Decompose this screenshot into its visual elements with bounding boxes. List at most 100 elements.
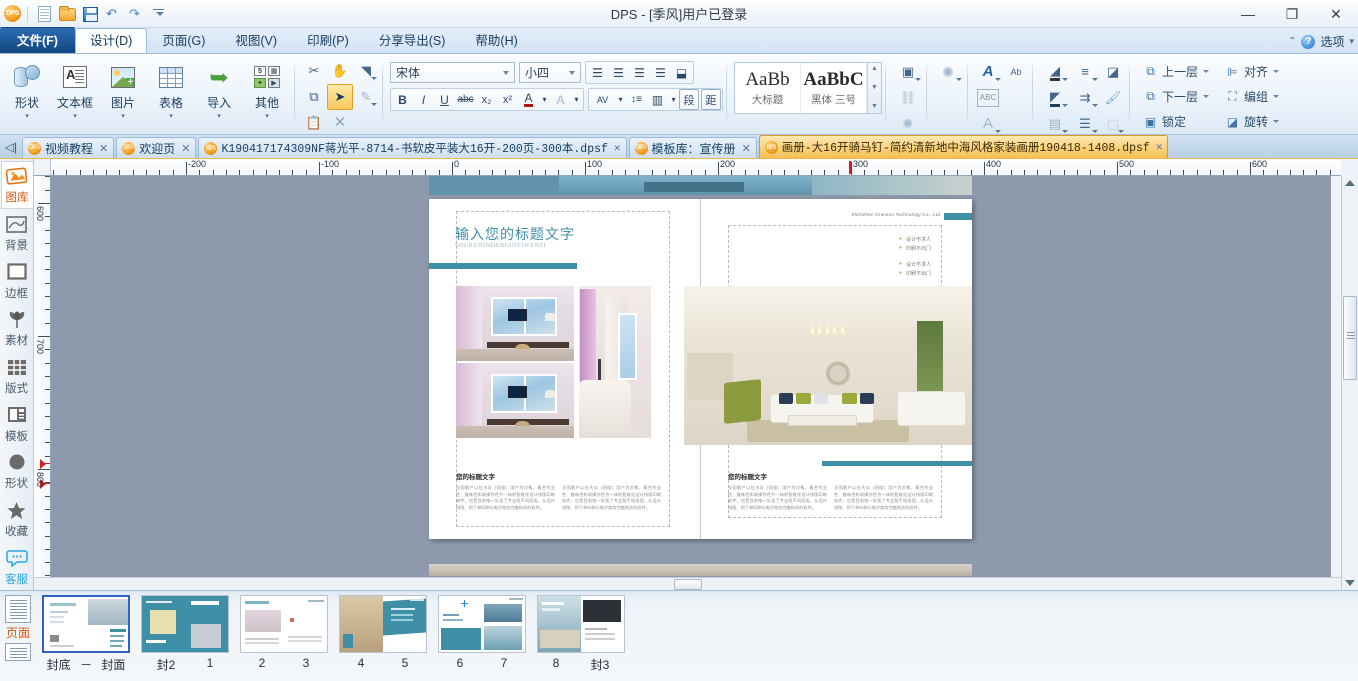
align-right-button[interactable]: ☰ bbox=[629, 62, 650, 83]
word-art-button[interactable]: A bbox=[973, 59, 1003, 85]
insert-table-button[interactable]: 表格 ▾ bbox=[147, 58, 195, 121]
chevron-down-icon[interactable] bbox=[565, 63, 578, 82]
columns-button[interactable]: ▥ bbox=[647, 89, 668, 110]
chevron-down-icon[interactable]: ▾ bbox=[121, 113, 125, 121]
page-thumbnail-6[interactable]: 8 封3 bbox=[537, 595, 625, 673]
close-button[interactable]: ✕ bbox=[1314, 0, 1358, 28]
scroll-down-icon[interactable] bbox=[1345, 580, 1355, 586]
paste-button[interactable]: 📋 bbox=[301, 110, 327, 136]
italic-button[interactable]: I bbox=[413, 89, 434, 110]
align-distribute-button[interactable]: ⬓ bbox=[671, 62, 692, 83]
distance-button[interactable]: 距 bbox=[701, 89, 721, 110]
corporate-line-text[interactable]: Shenzhen Oranson Technology Co., Ltd bbox=[851, 212, 940, 217]
chevron-down-icon[interactable] bbox=[499, 63, 512, 82]
sidebar-item-gallery[interactable]: 图库 bbox=[0, 161, 33, 209]
font-color-button[interactable]: A bbox=[518, 89, 539, 110]
gallery-expand-icon[interactable]: ▼ bbox=[871, 103, 878, 111]
page-thumbnail-cover[interactable]: 封底 － 封面 bbox=[42, 595, 130, 673]
close-icon[interactable]: ✕ bbox=[612, 141, 621, 155]
new-document-icon[interactable] bbox=[34, 4, 54, 24]
vertical-ruler[interactable]: 600 700 800 bbox=[34, 176, 51, 590]
menu-tab-help[interactable]: 帮助(H) bbox=[460, 28, 532, 53]
shape-effects-button[interactable]: ◪ bbox=[1100, 59, 1126, 85]
cut-button[interactable]: ✂ bbox=[301, 58, 327, 84]
menu-tab-print[interactable]: 印刷(P) bbox=[292, 28, 364, 53]
eyedropper-button[interactable]: ◥ bbox=[353, 58, 379, 84]
insert-picture-button[interactable]: + 图片 ▾ bbox=[99, 58, 147, 121]
scroll-up-icon[interactable] bbox=[1345, 180, 1355, 186]
superscript-button[interactable]: x² bbox=[497, 89, 518, 110]
margin-marker-top-icon[interactable] bbox=[40, 459, 46, 469]
page-body-3[interactable]: 全国客户以社大众（网络）用户为对象，集合专业性、趣味性和易操作性为一体的智能化设… bbox=[728, 485, 827, 511]
menu-tab-share-export[interactable]: 分享导出(S) bbox=[364, 28, 461, 53]
panel-tab-pages[interactable]: 页面 bbox=[1, 595, 35, 641]
canvas-vertical-scrollbar[interactable] bbox=[1341, 176, 1358, 590]
lock-button[interactable]: ▣ 锁定 bbox=[1138, 109, 1220, 134]
open-document-icon[interactable] bbox=[57, 4, 77, 24]
chevron-down-icon[interactable]: ▾ bbox=[217, 113, 221, 121]
document-canvas[interactable]: 输入您的标题文字 SHURUNINDEBIAOTIWENZI 您的标题文字 全国… bbox=[51, 176, 1331, 590]
close-icon[interactable]: ✕ bbox=[97, 142, 108, 155]
line-spacing-button[interactable]: ↕≡ bbox=[626, 89, 647, 110]
sidebar-item-customer-service[interactable]: 客服 bbox=[1, 542, 33, 590]
page-caption-1[interactable]: 您的标题文字 bbox=[456, 471, 495, 481]
effects-button[interactable]: ✺ bbox=[932, 59, 964, 85]
sidebar-item-border[interactable]: 边框 bbox=[1, 256, 33, 304]
maximize-button[interactable]: ❐ bbox=[1270, 0, 1314, 28]
collapse-ribbon-icon[interactable]: ⌃ bbox=[1288, 36, 1296, 47]
chevron-down-icon[interactable]: ▾ bbox=[169, 113, 173, 121]
page-image-3[interactable] bbox=[579, 286, 651, 438]
menu-tab-page[interactable]: 页面(G) bbox=[147, 28, 220, 53]
panel-tab-layers[interactable] bbox=[1, 643, 35, 661]
scroll-up-icon[interactable]: ▲ bbox=[871, 65, 878, 73]
chevron-down-icon[interactable]: ▾ bbox=[25, 113, 29, 121]
options-button[interactable]: 选项 bbox=[1320, 33, 1344, 50]
page-image-2[interactable] bbox=[456, 363, 574, 438]
rounded-corner-button[interactable]: ▢ bbox=[1100, 111, 1126, 137]
delete-button[interactable]: ✕ bbox=[327, 110, 353, 136]
format-painter-button[interactable]: ✎ bbox=[353, 84, 379, 110]
chevron-down-icon[interactable] bbox=[1273, 120, 1280, 123]
line-style-button[interactable]: ≡ bbox=[1070, 59, 1100, 85]
shadow-text-button[interactable]: A bbox=[973, 111, 1003, 137]
left-page[interactable]: 输入您的标题文字 SHURUNINDEBIAOTIWENZI 您的标题文字 全国… bbox=[429, 199, 700, 539]
crop-button[interactable]: ▣ bbox=[893, 59, 923, 85]
page-thumbnail-5[interactable]: 6 7 bbox=[438, 595, 526, 670]
sidebar-item-template[interactable]: 模板 bbox=[1, 399, 33, 447]
chevron-down-icon[interactable] bbox=[1273, 70, 1280, 73]
insert-shape-button[interactable]: 形状 ▾ bbox=[3, 58, 51, 121]
subscript-button[interactable]: x₂ bbox=[476, 89, 497, 110]
page-body-4[interactable]: 全国客户以社大众（网络）用户为对象，集合专业性、趣味性和易操作性为一体的智能化设… bbox=[834, 485, 933, 511]
insert-other-button[interactable]: 5 ▦ ✦ ▶ 其他 ▾ bbox=[243, 58, 291, 121]
page-body-1[interactable]: 全国客户以社大众（网络）用户为对象，集合专业性、趣味性和易操作性为一体的智能化设… bbox=[456, 485, 555, 511]
select-tool-button[interactable]: ➤ bbox=[327, 84, 353, 110]
customize-quick-access-icon[interactable] bbox=[149, 4, 169, 24]
scroll-down-icon[interactable]: ▼ bbox=[871, 84, 878, 92]
sidebar-item-favorite[interactable]: 收藏 bbox=[1, 495, 33, 543]
document-tab-k190417174309nf[interactable]: DPS K190417174309NF蒋光平-8714-书软皮平装大16开-20… bbox=[198, 137, 627, 158]
sidebar-item-layout[interactable]: 版式 bbox=[1, 352, 33, 400]
document-tab-template-library[interactable]: DPS 模板库：宣传册 ✕ bbox=[628, 137, 757, 158]
undo-icon[interactable]: ↶ bbox=[103, 4, 123, 24]
document-page-spread[interactable]: 输入您的标题文字 SHURUNINDEBIAOTIWENZI 您的标题文字 全国… bbox=[429, 199, 972, 539]
font-color-dropdown[interactable]: ▾ bbox=[539, 89, 550, 110]
bullet-item-2-line2[interactable]: 印刷不出门 bbox=[831, 270, 931, 278]
vertical-scroll-thumb[interactable] bbox=[1343, 296, 1357, 380]
close-icon[interactable]: ✕ bbox=[740, 142, 751, 155]
close-icon[interactable]: ✕ bbox=[179, 142, 190, 155]
hand-tool-button[interactable]: ✋ bbox=[327, 58, 353, 84]
document-tab-welcome[interactable]: DPS 欢迎页 ✕ bbox=[116, 137, 197, 158]
bold-button[interactable]: B bbox=[392, 89, 413, 110]
page-image-4[interactable] bbox=[684, 286, 972, 445]
page-image-1[interactable] bbox=[456, 286, 574, 361]
chevron-down-icon[interactable] bbox=[1203, 70, 1210, 73]
bullet-item-1[interactable]: 设计不求人 bbox=[831, 236, 931, 244]
text-highlight-button[interactable]: A bbox=[550, 89, 571, 110]
page-body-2[interactable]: 全国客户以社大众（网络）用户为对象，集合专业性、趣味性和易操作性为一体的智能化设… bbox=[562, 485, 661, 511]
rotate-button[interactable]: ◪ 旋转 bbox=[1220, 109, 1294, 134]
align-center-button[interactable]: ☰ bbox=[608, 62, 629, 83]
link-button[interactable]: ⛓ bbox=[893, 85, 923, 111]
align-left-button[interactable]: ☰ bbox=[587, 62, 608, 83]
chevron-down-icon[interactable] bbox=[1203, 95, 1210, 98]
ruler-corner[interactable] bbox=[34, 159, 51, 176]
